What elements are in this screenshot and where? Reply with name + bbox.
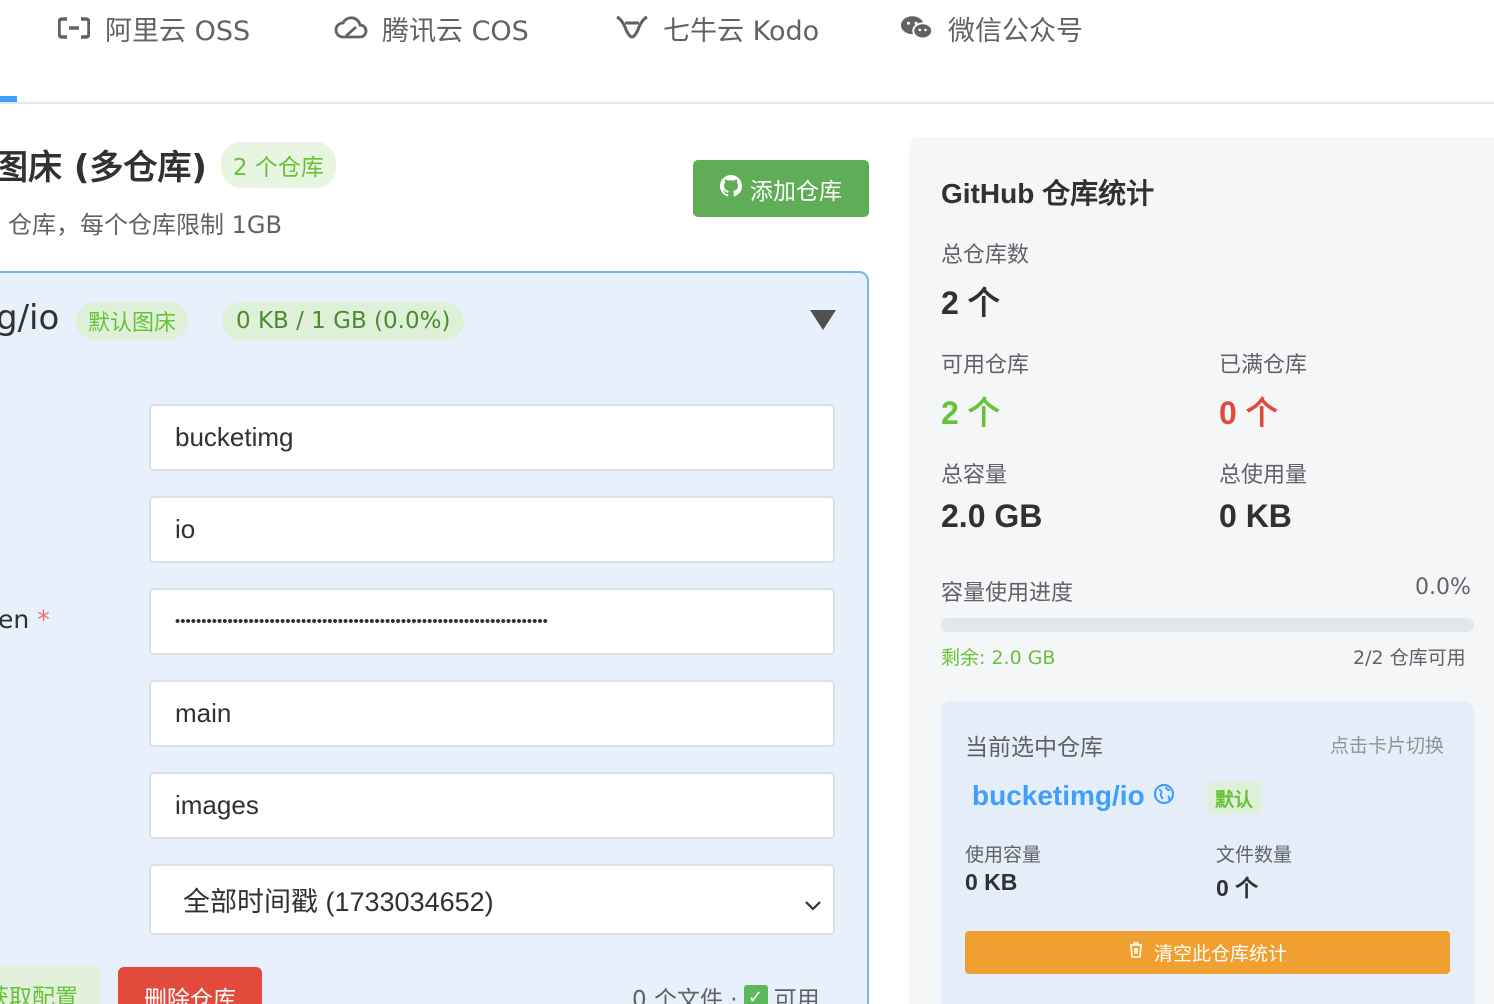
add-repo-label: 添加仓库 — [750, 178, 842, 205]
total-repos-label: 总仓库数 — [941, 243, 1030, 268]
wechat-icon — [900, 11, 934, 45]
available-repos-label: 可用仓库 — [941, 353, 1030, 378]
current-repo-hint: 点击卡片切换 — [1330, 735, 1445, 757]
available-ratio-text: 2/2 仓库可用 — [1353, 647, 1466, 669]
tab-label: 七牛云 Kodo — [663, 15, 820, 47]
available-repos-value: 2 个 — [941, 395, 1000, 431]
tab-wechat[interactable]: 微信公众号 — [900, 8, 1083, 48]
tab-aliyun-oss[interactable]: 阿里云 OSS — [57, 8, 250, 48]
progress-label: 容量使用进度 — [941, 581, 1074, 606]
delete-repo-label: 删除仓库 — [144, 987, 236, 1004]
check-icon: ✓ — [743, 985, 768, 1004]
tab-label: 阿里云 OSS — [105, 15, 251, 47]
active-tab-indicator — [0, 96, 17, 102]
full-repos-label: 已满仓库 — [1219, 353, 1308, 378]
token-input[interactable]: ••••••••••••••••••••••••••••••••••••••••… — [149, 588, 835, 655]
total-capacity-label: 总容量 — [941, 463, 1008, 488]
github-icon — [720, 174, 742, 203]
timestamp-select[interactable]: 全部时间戳 (1733034652) — [149, 864, 835, 935]
capacity-progress-bar — [941, 618, 1474, 632]
file-status: 0 个文件 · ✓ 可用 — [632, 980, 820, 1004]
default-badge: 默认图床 — [76, 302, 189, 340]
trash-icon — [1128, 941, 1144, 964]
current-repo-name: bucketimg/io — [972, 780, 1145, 811]
total-used-label: 总使用量 — [1219, 463, 1308, 488]
current-repo-link[interactable]: bucketimg/io — [972, 780, 1175, 812]
usage-value: 0 KB — [965, 869, 1018, 895]
tab-label: 腾讯云 COS — [382, 15, 529, 47]
files-value: 0 个 — [1216, 875, 1259, 901]
usage-label: 使用容量 — [965, 844, 1042, 866]
tab-tencent-cos[interactable]: 腾讯云 COS — [334, 8, 529, 48]
tab-label: 微信公众号 — [948, 15, 1083, 47]
repo-count-badge: 2 个仓库 — [220, 141, 336, 188]
page-title: 图床 (多仓库) — [0, 148, 207, 188]
repo-name: g/io — [0, 298, 60, 338]
clear-stats-label: 清空此仓库统计 — [1153, 943, 1287, 965]
full-repos-value: 0 个 — [1219, 395, 1278, 431]
page-subtitle: 仓库，每个仓库限制 1GB — [8, 211, 282, 239]
qiniu-icon — [615, 11, 649, 45]
progress-percent: 0.0% — [1415, 575, 1471, 600]
provider-tabs: 阿里云 OSS 腾讯云 COS 七牛云 Kodo 微信公众号 — [0, 0, 1494, 104]
current-default-badge: 默认 — [1207, 782, 1262, 814]
page-title-row: 图床 (多仓库) 2 个仓库 — [0, 140, 336, 189]
path-input[interactable]: images — [149, 772, 835, 839]
files-label: 文件数量 — [1216, 844, 1293, 866]
current-repo-title: 当前选中仓库 — [965, 735, 1103, 761]
owner-input[interactable]: bucketimg — [149, 404, 835, 471]
remaining-text: 剩余: 2.0 GB — [941, 647, 1056, 669]
total-capacity-value: 2.0 GB — [941, 498, 1043, 534]
cloud-icon — [334, 11, 368, 45]
total-used-value: 0 KB — [1219, 498, 1292, 534]
token-label-text: en — [0, 605, 30, 634]
delete-repo-button[interactable]: 删除仓库 — [118, 967, 262, 1004]
required-mark: * — [37, 605, 50, 634]
aliyun-icon — [57, 11, 91, 45]
repo-input[interactable]: io — [149, 496, 835, 563]
tab-qiniu-kodo[interactable]: 七牛云 Kodo — [615, 8, 819, 48]
file-count-text: 0 个文件 · — [632, 987, 738, 1004]
stats-title: GitHub 仓库统计 — [941, 178, 1155, 209]
total-repos-value: 2 个 — [941, 285, 1000, 321]
fetch-config-label: 获取配置 — [0, 985, 78, 1004]
clear-stats-button[interactable]: 清空此仓库统计 — [965, 931, 1450, 974]
usage-badge: 0 KB / 1 GB (0.0%) — [222, 302, 465, 340]
timestamp-select-value: 全部时间戳 (1733034652) — [183, 887, 494, 917]
fetch-config-button[interactable]: 获取配置 — [0, 965, 100, 1004]
status-text: 可用 — [773, 987, 820, 1004]
branch-input[interactable]: main — [149, 680, 835, 747]
add-repo-button[interactable]: 添加仓库 — [693, 160, 869, 217]
globe-icon — [1153, 780, 1175, 812]
token-label: en * — [0, 605, 50, 634]
chevron-down-icon — [803, 888, 823, 919]
collapse-arrow-icon[interactable] — [810, 310, 836, 330]
